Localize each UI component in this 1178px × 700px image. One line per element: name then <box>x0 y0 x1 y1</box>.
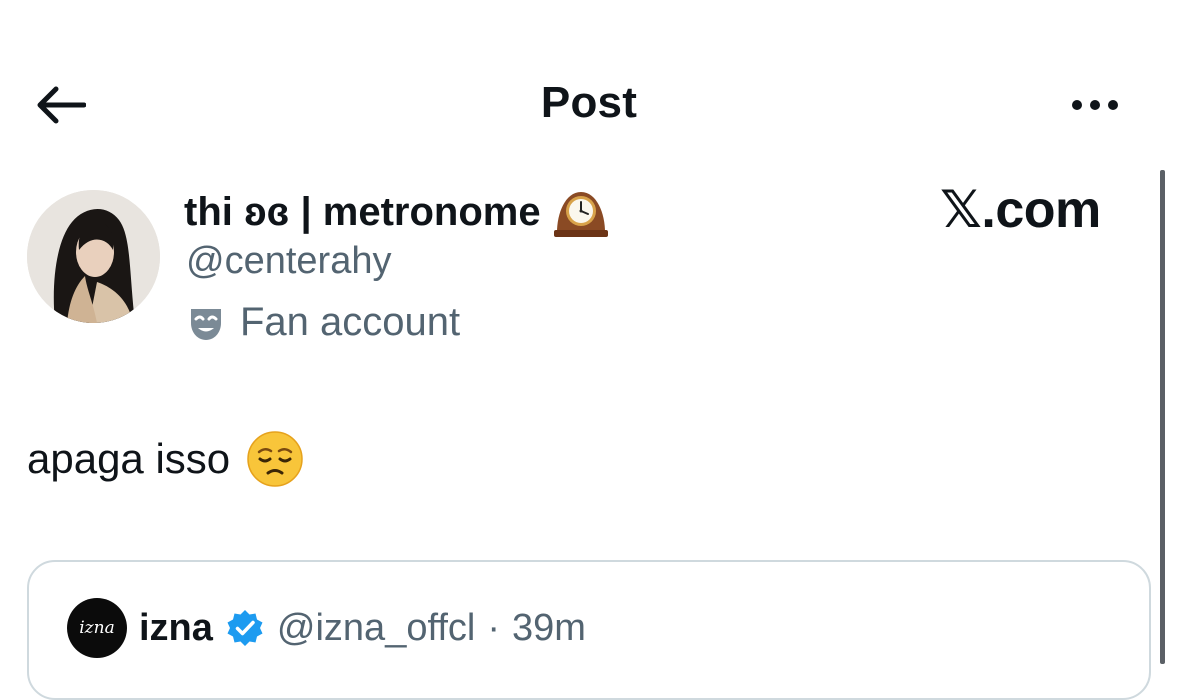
author-handle[interactable]: @centerahy <box>186 240 391 283</box>
separator-dot: · <box>487 606 500 649</box>
badge-label: Fan account <box>240 300 461 344</box>
top-bar: Post <box>0 60 1178 150</box>
quoted-author-handle[interactable]: @izna_offcl <box>277 607 475 650</box>
theater-mask-icon <box>191 308 221 340</box>
ellipsis-horizontal-icon <box>1072 100 1082 110</box>
quoted-author-avatar[interactable]: izna <box>67 598 127 658</box>
x-watermark: 𝕏.com <box>940 181 1101 239</box>
quoted-post-timestamp[interactable]: 39m <box>512 607 586 650</box>
weary-face-emoji-icon <box>247 431 303 487</box>
post-text: apaga isso <box>27 435 231 482</box>
avatar-photo <box>27 190 160 323</box>
more-options-button[interactable] <box>1060 80 1130 130</box>
page-title: Post <box>540 78 638 127</box>
author-display-name[interactable]: thi ʚɞ | metronome <box>184 186 611 238</box>
quoted-post-card[interactable]: izna izna @izna_offcl · 39m <box>27 560 1151 700</box>
quoted-author-name[interactable]: izna <box>139 607 213 650</box>
post-body: apaga isso <box>27 430 304 488</box>
fan-account-label: Fan account <box>186 300 460 345</box>
mantelpiece-clock-icon <box>553 192 608 237</box>
scrollbar[interactable] <box>1160 170 1165 664</box>
author-avatar[interactable] <box>27 190 160 323</box>
verified-badge-icon <box>227 610 263 646</box>
author-name-text: thi ʚɞ | metronome <box>184 189 541 234</box>
quoted-post-header: izna izna @izna_offcl · 39m <box>67 598 586 658</box>
